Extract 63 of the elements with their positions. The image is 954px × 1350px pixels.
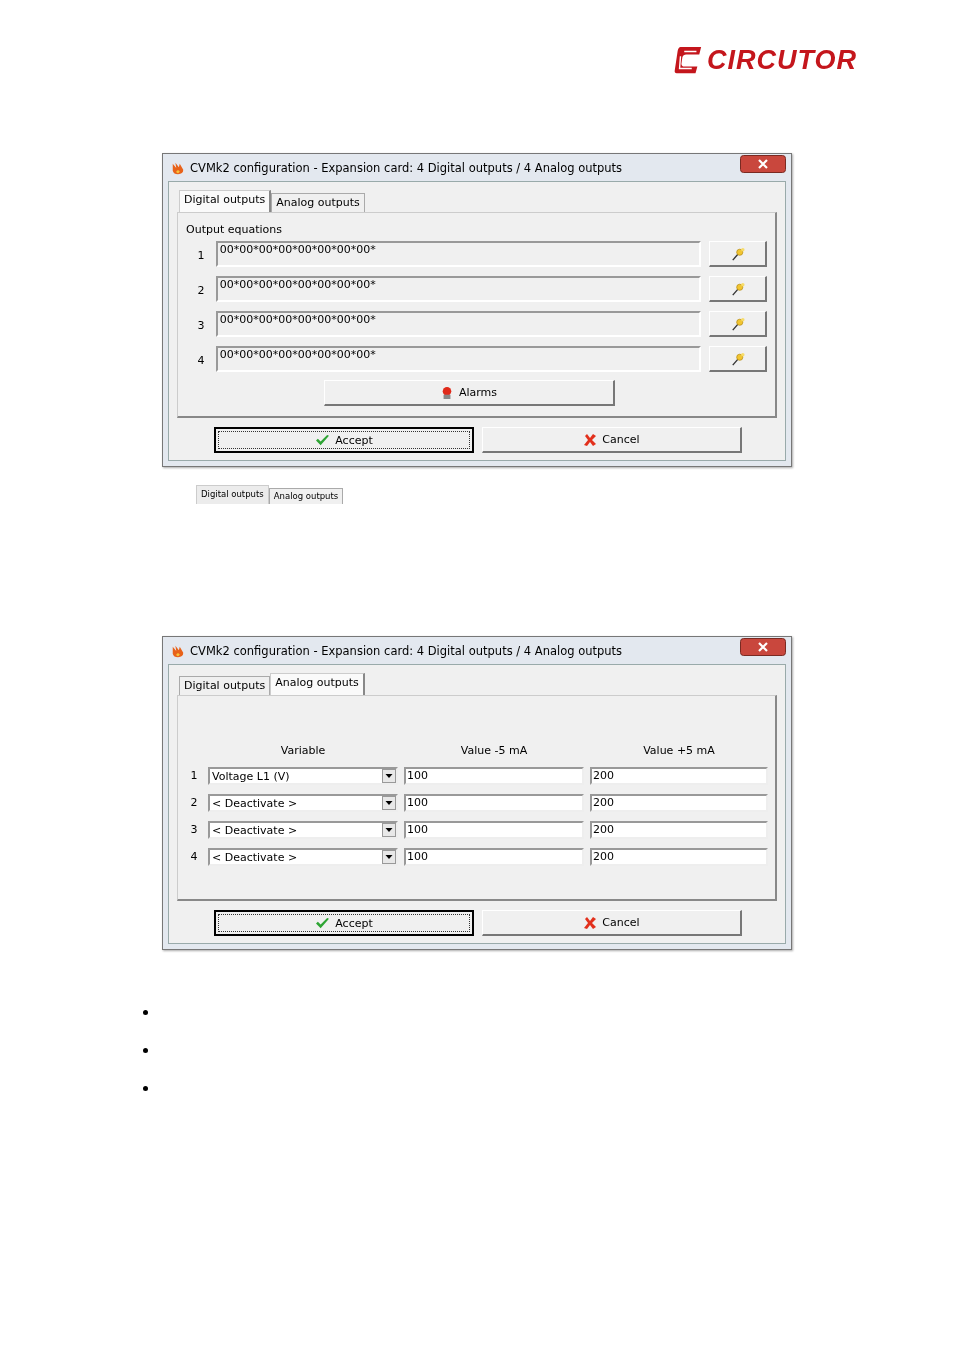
siren-icon (440, 385, 453, 400)
close-icon[interactable] (740, 638, 786, 656)
tab[interactable]: Digital outputs (179, 676, 271, 695)
flame-icon (170, 160, 186, 175)
accept-button[interactable]: Accept (214, 910, 474, 936)
bullet-dot (143, 1086, 148, 1091)
tab[interactable]: Digital outputs (179, 190, 272, 212)
cross-icon (583, 432, 598, 447)
flame-icon (170, 643, 186, 658)
wand-icon (730, 351, 745, 366)
alarms-button[interactable]: Alarms (324, 380, 615, 406)
value-field[interactable]: 200 (590, 767, 768, 785)
equation-field[interactable]: 00*00*00*00*00*00*00*00* (215, 311, 702, 337)
cancel-button[interactable]: Cancel (482, 427, 742, 453)
variable-dropdown[interactable]: Voltage L1 (V) (208, 767, 398, 785)
row-number: 3 (196, 318, 206, 332)
logo-icon (673, 45, 703, 75)
logo: CIRCUTOR (673, 45, 857, 75)
variable-dropdown[interactable]: < Deactivate > (208, 848, 398, 866)
bullet-dot (143, 1010, 148, 1015)
cross-icon (583, 915, 598, 930)
edit-button[interactable] (709, 241, 767, 267)
tab[interactable]: Analog outputs (270, 673, 365, 695)
check-icon (315, 433, 331, 447)
cancel-button[interactable]: Cancel (482, 910, 742, 936)
wand-icon (730, 281, 745, 296)
row-number: 1 (196, 248, 206, 262)
window-title: CVMk2 configuration - Expansion card: 4 Digital outputs / 4 Analog outputs (190, 160, 624, 175)
value-field[interactable]: 100 (404, 821, 584, 839)
edit-button[interactable] (709, 311, 767, 337)
tab[interactable]: Analog outputs (268, 488, 344, 504)
window-title: CVMk2 configuration - Expansion card: 4 Digital outputs / 4 Analog outputs (190, 643, 624, 658)
column-header: Variable (279, 744, 327, 758)
wand-icon (730, 246, 745, 261)
value-field[interactable]: 200 (590, 848, 768, 866)
variable-dropdown[interactable]: < Deactivate > (208, 821, 398, 839)
section-label: Output equations (186, 223, 283, 238)
value-field[interactable]: 200 (590, 794, 768, 812)
edit-button[interactable] (709, 276, 767, 302)
value-field[interactable]: 100 (404, 848, 584, 866)
edit-button[interactable] (709, 346, 767, 372)
column-header: Value +5 mA (642, 744, 716, 758)
close-icon[interactable] (740, 155, 786, 173)
row-number: 2 (189, 795, 199, 811)
row-number: 2 (196, 283, 206, 297)
value-field[interactable]: 200 (590, 821, 768, 839)
row-number: 3 (189, 822, 199, 838)
value-field[interactable]: 100 (404, 794, 584, 812)
column-header: Value -5 mA (459, 744, 529, 758)
bullet-dot (143, 1048, 148, 1053)
tab[interactable]: Digital outputs (196, 485, 269, 504)
equation-field[interactable]: 00*00*00*00*00*00*00*00* (215, 241, 702, 267)
row-number: 1 (189, 768, 199, 784)
variable-dropdown[interactable]: < Deactivate > (208, 794, 398, 812)
check-icon (315, 916, 331, 930)
equation-field[interactable]: 00*00*00*00*00*00*00*00* (215, 276, 702, 302)
tab[interactable]: Analog outputs (271, 193, 365, 212)
accept-button[interactable]: Accept (214, 427, 474, 453)
wand-icon (730, 316, 745, 331)
equation-field[interactable]: 00*00*00*00*00*00*00*00* (215, 346, 702, 372)
row-number: 4 (189, 849, 199, 865)
value-field[interactable]: 100 (404, 767, 584, 785)
row-number: 4 (196, 353, 206, 367)
